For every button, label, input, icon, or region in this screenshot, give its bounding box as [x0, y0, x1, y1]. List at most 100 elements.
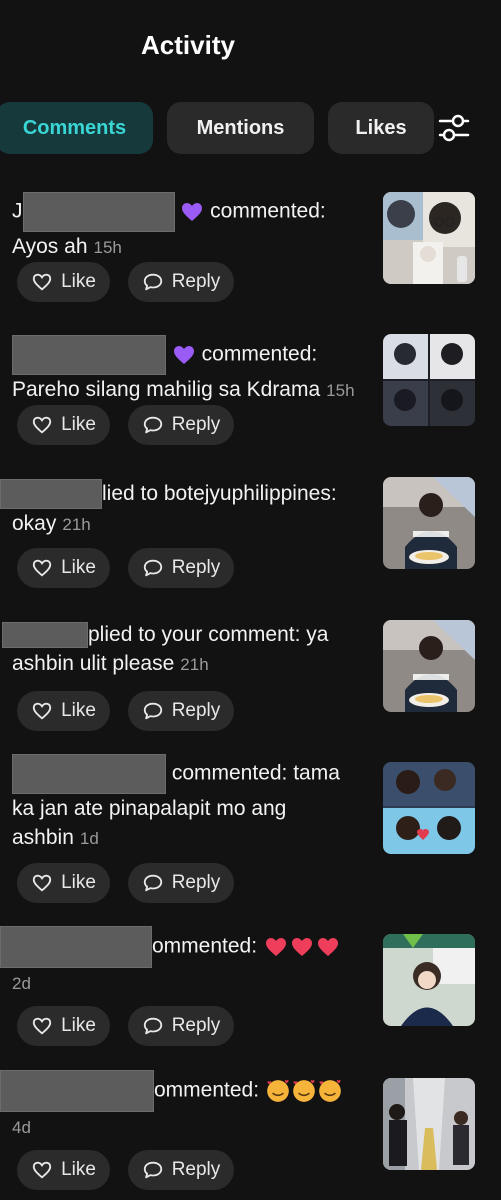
redacted-username — [12, 754, 166, 794]
activity-item[interactable]: J commented: Ayos ah 15h Like Reply — [0, 180, 501, 310]
thumbnail-image — [383, 477, 475, 569]
purple-heart-icon — [182, 203, 203, 221]
page-title: Activity — [141, 30, 235, 60]
video-thumbnail[interactable] — [383, 934, 475, 1026]
timestamp: 15h — [93, 238, 122, 257]
redacted-username — [0, 479, 102, 510]
video-thumbnail[interactable] — [383, 1078, 475, 1170]
reply-button[interactable]: Reply — [128, 548, 234, 588]
red-heart-icon — [291, 938, 312, 956]
activity-text: commented: — [204, 199, 326, 223]
reply-button[interactable]: Reply — [128, 691, 234, 731]
activity-text: commented: tama — [166, 761, 340, 785]
reply-label: Reply — [171, 557, 221, 578]
video-thumbnail[interactable] — [383, 620, 475, 712]
activity-text: ommented: — [152, 934, 263, 958]
like-button[interactable]: Like — [17, 1006, 110, 1046]
red-hearts-emoji — [263, 935, 341, 958]
heart-outline-icon — [32, 702, 52, 720]
reply-button[interactable]: Reply — [128, 1006, 234, 1046]
redacted-username — [0, 1070, 154, 1112]
like-button[interactable]: Like — [17, 262, 110, 302]
reply-button[interactable]: Reply — [128, 405, 234, 445]
reply-label: Reply — [171, 1159, 221, 1180]
activity-text: ommented: — [154, 1078, 265, 1102]
comment-text: ashbin ulit please — [12, 652, 175, 675]
video-thumbnail[interactable] — [383, 477, 475, 569]
tab-likes[interactable]: Likes — [328, 102, 434, 154]
activity-item[interactable]: commented: Pareho silang mahilig sa Kdra… — [0, 320, 501, 450]
timestamp: 21h — [180, 655, 209, 674]
thumbnail-image — [383, 934, 475, 1026]
username-prefix: J — [12, 199, 23, 223]
redacted-username — [22, 192, 175, 232]
red-heart-icon — [265, 938, 286, 956]
comment-text: ka jan ate pinapalapit mo ang — [12, 797, 287, 820]
redacted-username — [0, 926, 152, 968]
smiling-face-hearts-icon — [319, 1080, 341, 1102]
comment-text: Ayos ah — [12, 235, 88, 258]
activity-item[interactable]: ommented: 2d Like Reply — [0, 918, 501, 1058]
smiling-face-hearts-icon — [293, 1080, 315, 1102]
like-button[interactable]: Like — [17, 863, 110, 903]
activity-item[interactable]: plied to your comment: ya ashbin ulit pl… — [0, 610, 501, 740]
like-label: Like — [61, 414, 96, 435]
reply-label: Reply — [171, 414, 221, 435]
heart-outline-icon — [32, 416, 52, 434]
tab-mentions[interactable]: Mentions — [167, 102, 314, 154]
video-thumbnail[interactable] — [383, 334, 475, 426]
purple-heart-icon — [173, 346, 194, 364]
like-button[interactable]: Like — [17, 548, 110, 588]
reply-button[interactable]: Reply — [128, 262, 234, 302]
like-button[interactable]: Like — [17, 691, 110, 731]
comment-text: Pareho silang mahilig sa Kdrama — [12, 378, 321, 401]
timestamp: 4d — [12, 1118, 31, 1137]
heart-outline-icon — [32, 1161, 52, 1179]
reply-label: Reply — [171, 1015, 221, 1036]
tab-bar: Comments Mentions Likes — [0, 102, 501, 156]
comment-text-continued: ashbin — [12, 826, 74, 849]
speech-bubble-icon — [143, 416, 162, 434]
heart-outline-icon — [32, 559, 52, 577]
comment-text: okay — [12, 512, 57, 536]
redacted-username — [12, 335, 166, 375]
thumbnail-image — [383, 762, 475, 854]
smiling-face-hearts-icon — [267, 1080, 289, 1102]
reply-button[interactable]: Reply — [128, 863, 234, 903]
thumbnail-image — [383, 334, 475, 426]
reply-label: Reply — [171, 271, 221, 292]
like-button[interactable]: Like — [17, 1150, 110, 1190]
video-thumbnail[interactable] — [383, 762, 475, 854]
timestamp: 15h — [326, 381, 355, 400]
speech-bubble-icon — [143, 1017, 162, 1035]
speech-bubble-icon — [143, 1161, 162, 1179]
heart-outline-icon — [32, 1017, 52, 1035]
activity-text: commented: — [195, 342, 318, 366]
timestamp: 1d — [79, 829, 99, 848]
like-label: Like — [61, 271, 96, 292]
like-label: Like — [61, 557, 96, 578]
like-label: Like — [61, 1159, 96, 1180]
speech-bubble-icon — [143, 559, 162, 577]
like-label: Like — [61, 872, 96, 893]
thumbnail-image — [383, 192, 475, 284]
activity-item[interactable]: ommented: 4d Like Reply — [0, 1062, 501, 1200]
reply-button[interactable]: Reply — [128, 1150, 234, 1190]
activity-text: lied to botejyuphilippines: — [102, 482, 337, 505]
heart-outline-icon — [32, 273, 52, 291]
video-thumbnail[interactable] — [383, 192, 475, 284]
like-button[interactable]: Like — [17, 405, 110, 445]
heart-outline-icon — [32, 874, 52, 892]
speech-bubble-icon — [143, 874, 162, 892]
tab-comments[interactable]: Comments — [0, 102, 153, 154]
red-heart-icon — [317, 938, 338, 956]
timestamp: 21h — [62, 515, 91, 535]
reply-label: Reply — [171, 700, 221, 721]
like-label: Like — [61, 700, 96, 721]
thumbnail-image — [383, 620, 475, 712]
reply-label: Reply — [171, 872, 221, 893]
activity-item[interactable]: commented: tama ka jan ate pinapalapit m… — [0, 752, 501, 912]
speech-bubble-icon — [143, 273, 162, 291]
sliders-icon[interactable] — [436, 110, 472, 146]
activity-item[interactable]: lied to botejyuphilippines: okay 21h Like… — [0, 465, 501, 595]
